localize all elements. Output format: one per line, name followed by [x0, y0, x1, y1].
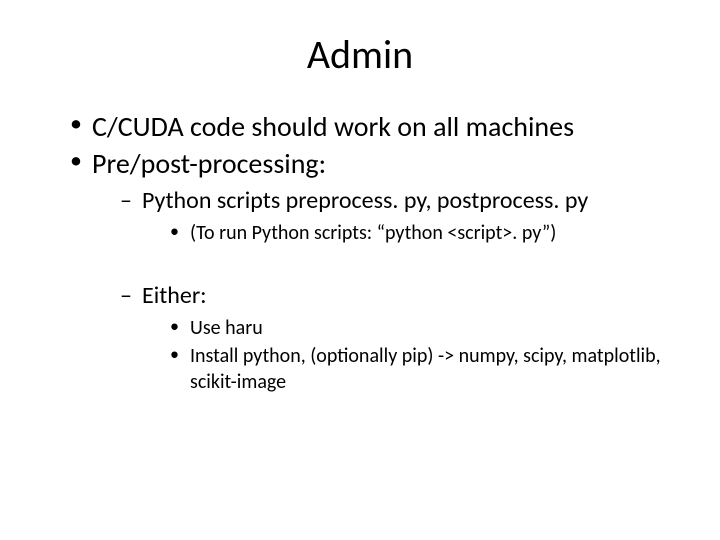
slide: Admin C/CUDA code should work on all mac…	[0, 0, 720, 540]
bullet-text: (To run Python scripts: “python <script>…	[190, 221, 556, 245]
slide-title: Admin	[40, 30, 680, 79]
bullet-text: C/CUDA code should work on all machines	[92, 109, 574, 144]
spacer	[92, 248, 680, 276]
subsub-bullet-item: (To run Python scripts: “python <script>…	[170, 220, 680, 246]
bullet-item: C/CUDA code should work on all machines	[70, 109, 680, 144]
bullet-text: Pre/post-processing:	[92, 146, 326, 181]
subsub-bullet-list: Use haru Install python, (optionally pip…	[142, 315, 680, 395]
bullet-text: Use haru	[190, 316, 263, 340]
bullet-text: Either:	[142, 281, 207, 310]
sub-bullet-list: Python scripts preprocess. py, postproce…	[92, 185, 680, 246]
bullet-item: Pre/post-processing: Python scripts prep…	[70, 146, 680, 395]
subsub-bullet-item: Use haru	[170, 315, 680, 341]
sub-bullet-list: Either: Use haru Install python, (option…	[92, 280, 680, 395]
sub-bullet-item: Either: Use haru Install python, (option…	[120, 280, 680, 395]
bullet-text: Python scripts preprocess. py, postproce…	[142, 186, 588, 215]
sub-bullet-item: Python scripts preprocess. py, postproce…	[120, 185, 680, 246]
subsub-bullet-list: (To run Python scripts: “python <script>…	[142, 220, 680, 246]
subsub-bullet-item: Install python, (optionally pip) -> nump…	[170, 343, 680, 395]
bullet-list: C/CUDA code should work on all machines …	[40, 109, 680, 395]
bullet-text: Install python, (optionally pip) -> nump…	[190, 344, 661, 394]
